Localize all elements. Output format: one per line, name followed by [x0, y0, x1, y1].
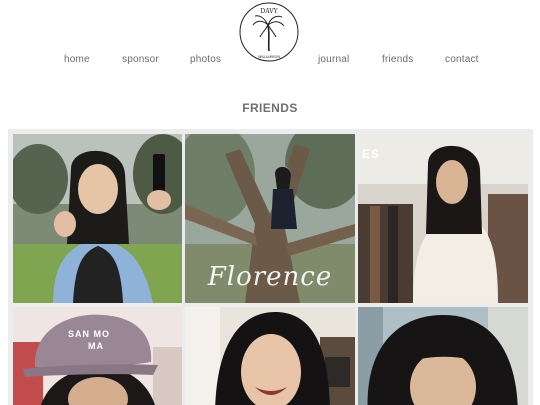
cap-text-bottom: MA — [88, 341, 104, 351]
cap-text-top: SAN MO — [68, 329, 110, 339]
friend-photo-2[interactable]: Florence — [185, 134, 355, 303]
photo-gallery: Florence ES SAN MO MA — [8, 129, 533, 405]
nav-photos[interactable]: photos — [190, 54, 221, 65]
friend-photo-1[interactable] — [13, 134, 182, 303]
friend-photo-5[interactable] — [185, 307, 355, 405]
logo-line2: WILLIAMSON — [258, 55, 280, 59]
friend-photo-6[interactable] — [358, 307, 528, 405]
site-logo[interactable]: DAVY WILLIAMSON — [238, 1, 300, 63]
palm-tree-logo-icon: DAVY WILLIAMSON — [239, 2, 299, 62]
page-title: FRIENDS — [242, 101, 298, 115]
store-sign: ES — [362, 147, 380, 161]
friend-photo-3[interactable]: ES — [358, 134, 528, 303]
nav-friends[interactable]: friends — [382, 54, 413, 65]
logo-line1: DAVY — [260, 8, 278, 15]
friend-photo-4[interactable]: SAN MO MA — [13, 307, 182, 405]
nav-sponsor[interactable]: sponsor — [122, 54, 159, 65]
photo-caption: Florence — [207, 262, 333, 292]
nav-home[interactable]: home — [64, 54, 90, 65]
nav-contact[interactable]: contact — [445, 54, 479, 65]
nav-journal[interactable]: journal — [318, 54, 349, 65]
